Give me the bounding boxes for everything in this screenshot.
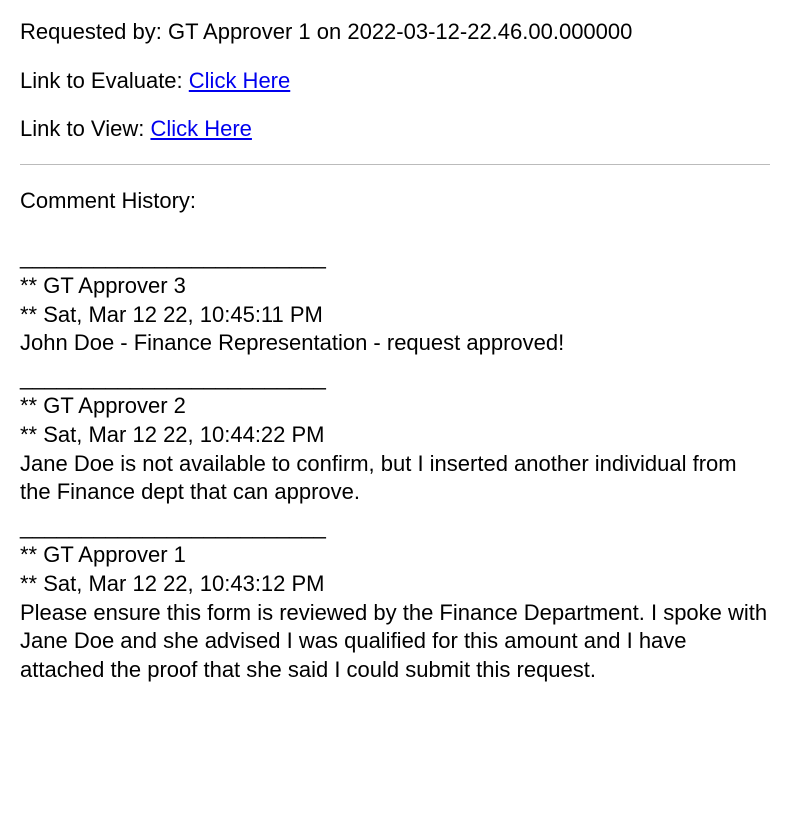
comment-timestamp: ** Sat, Mar 12 22, 10:43:12 PM <box>20 570 770 599</box>
requested-by-line: Requested by: GT Approver 1 on 2022-03-1… <box>20 18 770 47</box>
comment-timestamp: ** Sat, Mar 12 22, 10:44:22 PM <box>20 421 770 450</box>
comment-timestamp: ** Sat, Mar 12 22, 10:45:11 PM <box>20 301 770 330</box>
evaluate-row: Link to Evaluate: Click Here <box>20 67 770 96</box>
view-row: Link to View: Click Here <box>20 115 770 144</box>
comment-body: Jane Doe is not available to confirm, bu… <box>20 450 770 507</box>
comment-separator: _________________________ <box>20 364 770 393</box>
comment-separator: _________________________ <box>20 243 770 272</box>
comment-approver: ** GT Approver 3 <box>20 272 770 301</box>
comment-entry: ** GT Approver 2 ** Sat, Mar 12 22, 10:4… <box>20 392 770 506</box>
comment-entry: ** GT Approver 1 ** Sat, Mar 12 22, 10:4… <box>20 541 770 684</box>
comment-separator: _________________________ <box>20 513 770 542</box>
evaluate-label: Link to Evaluate: <box>20 68 189 93</box>
comment-approver: ** GT Approver 2 <box>20 392 770 421</box>
comment-body: John Doe - Finance Representation - requ… <box>20 329 770 358</box>
comment-body: Please ensure this form is reviewed by t… <box>20 599 770 685</box>
comment-approver: ** GT Approver 1 <box>20 541 770 570</box>
view-link[interactable]: Click Here <box>150 116 251 141</box>
comment-history-title: Comment History: <box>20 187 770 216</box>
evaluate-link[interactable]: Click Here <box>189 68 290 93</box>
section-divider <box>20 164 770 165</box>
view-label: Link to View: <box>20 116 150 141</box>
comment-entry: ** GT Approver 3 ** Sat, Mar 12 22, 10:4… <box>20 272 770 358</box>
